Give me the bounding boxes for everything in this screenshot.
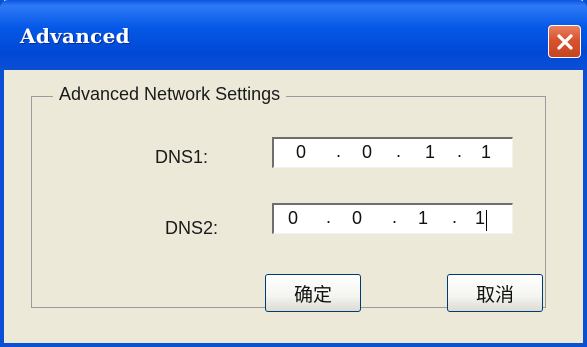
dns1-octet-2[interactable]: 0 (362, 142, 372, 163)
dns2-input[interactable]: 0 . 0 . 1 . 1 (272, 203, 513, 234)
dns2-octet-2[interactable]: 0 (352, 208, 362, 229)
close-icon (556, 33, 573, 50)
dns2-dot-2: . (392, 207, 398, 227)
dns1-dot-1: . (336, 141, 342, 161)
title-bar[interactable]: Advanced (0, 0, 587, 70)
window-title: Advanced (20, 24, 130, 48)
group-title: Advanced Network Settings (53, 84, 287, 105)
dns1-dot-3: . (457, 141, 463, 161)
cancel-button[interactable]: 取消 (447, 274, 543, 312)
dns2-octet-1[interactable]: 0 (288, 208, 298, 229)
ok-button[interactable]: 确定 (265, 274, 361, 312)
close-button[interactable] (548, 25, 581, 58)
dns2-octet-3[interactable]: 1 (418, 208, 428, 229)
dns2-label: DNS2: (165, 218, 219, 238)
dns1-octet-1[interactable]: 0 (296, 142, 306, 163)
dns1-dot-2: . (396, 141, 402, 161)
text-caret (486, 210, 487, 231)
dns1-octet-4[interactable]: 1 (481, 142, 491, 163)
dns1-input[interactable]: 0 . 0 . 1 . 1 (272, 137, 513, 168)
dns1-octet-3[interactable]: 1 (425, 142, 435, 163)
advanced-dialog: Advanced Advanced Network Settings DNS1:… (0, 0, 587, 347)
dns2-dot-3: . (452, 207, 458, 227)
dns2-dot-1: . (326, 207, 332, 227)
dns2-octet-4[interactable]: 1 (475, 208, 485, 229)
dns1-label: DNS1: (155, 147, 209, 167)
dialog-body: Advanced Network Settings DNS1: 0 . 0 . … (4, 70, 583, 343)
